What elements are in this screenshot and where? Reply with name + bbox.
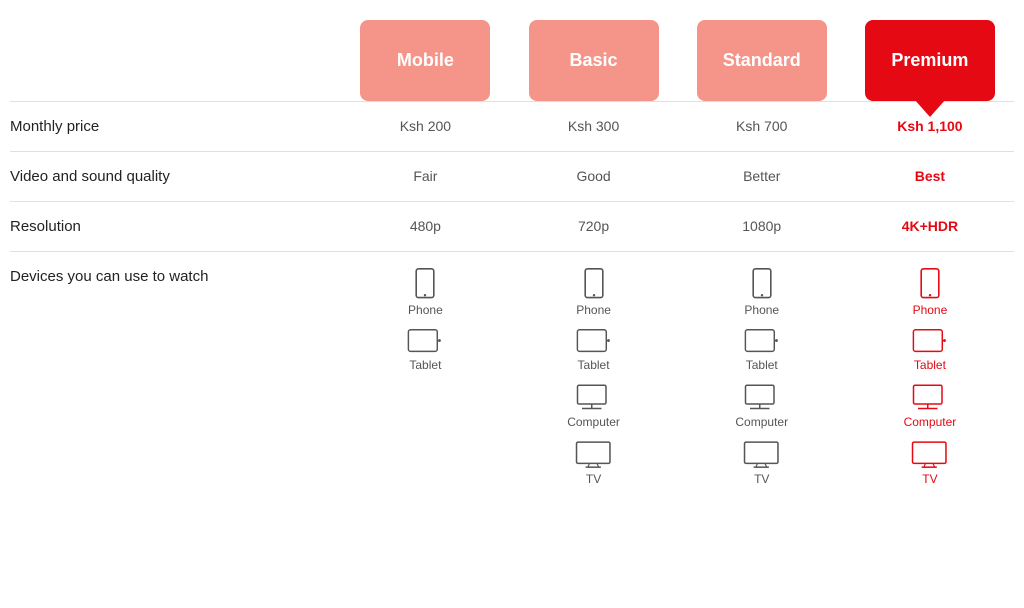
device-item-phone-premium: Phone — [913, 268, 948, 317]
resolution-basic: 720p — [509, 202, 677, 252]
plan-label-mobile: Mobile — [397, 50, 454, 70]
computer-label-standard: Computer — [735, 415, 788, 429]
tv-icon-premium — [911, 441, 949, 469]
phone-icon-basic — [580, 268, 608, 300]
resolution-standard: 1080p — [678, 202, 846, 252]
device-group-standard: Phone Tablet — [686, 268, 838, 486]
tablet-label-standard: Tablet — [746, 358, 778, 372]
tablet-icon-mobile — [407, 329, 443, 355]
monthly-price-row: Monthly price Ksh 200 Ksh 300 Ksh 700 Ks… — [10, 102, 1014, 152]
devices-mobile: Phone Tablet — [341, 252, 509, 503]
empty-header — [10, 20, 341, 102]
monthly-price-label: Monthly price — [10, 102, 341, 152]
devices-basic: Phone Tablet — [509, 252, 677, 503]
devices-label: Devices you can use to watch — [10, 252, 341, 503]
tv-icon-standard — [743, 441, 781, 469]
devices-premium: Phone Tablet — [846, 252, 1014, 503]
device-item-phone-basic: Phone — [576, 268, 611, 317]
plan-header-standard: Standard — [678, 20, 846, 102]
device-item-tablet-basic: Tablet — [576, 329, 612, 372]
plan-label-basic: Basic — [570, 50, 618, 70]
tv-label-standard: TV — [754, 472, 769, 486]
computer-label-basic: Computer — [567, 415, 620, 429]
computer-label-premium: Computer — [904, 415, 957, 429]
phone-label-standard: Phone — [744, 303, 779, 317]
device-item-tablet-premium: Tablet — [912, 329, 948, 372]
plan-header-basic: Basic — [509, 20, 677, 102]
plan-label-standard: Standard — [723, 50, 801, 70]
price-premium-value: Ksh 1,100 — [897, 118, 962, 134]
plan-card-mobile: Mobile — [360, 20, 490, 101]
devices-standard: Phone Tablet — [678, 252, 846, 503]
tablet-icon-standard — [744, 329, 780, 355]
quality-premium: Best — [846, 152, 1014, 202]
computer-icon-premium — [912, 384, 948, 412]
quality-basic: Good — [509, 152, 677, 202]
device-item-tv-standard: TV — [743, 441, 781, 486]
phone-icon-premium — [916, 268, 944, 300]
device-item-computer-basic: Computer — [567, 384, 620, 429]
quality-standard: Better — [678, 152, 846, 202]
plan-header-premium: Premium — [846, 20, 1014, 102]
tablet-icon-premium — [912, 329, 948, 355]
header-row: Mobile Basic Standard Premium — [10, 20, 1014, 102]
tablet-label-basic: Tablet — [578, 358, 610, 372]
quality-mobile: Fair — [341, 152, 509, 202]
plan-card-basic: Basic — [529, 20, 659, 101]
tablet-label-premium: Tablet — [914, 358, 946, 372]
plan-label-premium: Premium — [891, 50, 968, 70]
computer-icon-standard — [744, 384, 780, 412]
video-quality-label: Video and sound quality — [10, 152, 341, 202]
device-item-phone-standard: Phone — [744, 268, 779, 317]
device-item-computer-standard: Computer — [735, 384, 788, 429]
plan-header-mobile: Mobile — [341, 20, 509, 102]
phone-label-basic: Phone — [576, 303, 611, 317]
plan-card-premium: Premium — [865, 20, 995, 101]
price-mobile: Ksh 200 — [341, 102, 509, 152]
device-item-tablet-standard: Tablet — [744, 329, 780, 372]
device-group-premium: Phone Tablet — [854, 268, 1006, 486]
plan-table: Mobile Basic Standard Premium — [10, 20, 1014, 502]
resolution-premium-value: 4K+HDR — [902, 218, 958, 234]
phone-icon-standard — [748, 268, 776, 300]
phone-icon-mobile — [411, 268, 439, 300]
devices-row: Devices you can use to watch — [10, 252, 1014, 503]
device-item-tv-basic: TV — [575, 441, 613, 486]
price-basic: Ksh 300 — [509, 102, 677, 152]
phone-label-mobile: Phone — [408, 303, 443, 317]
device-item-tv-premium: TV — [911, 441, 949, 486]
resolution-label: Resolution — [10, 202, 341, 252]
price-standard: Ksh 700 — [678, 102, 846, 152]
plan-card-standard: Standard — [697, 20, 827, 101]
tv-label-premium: TV — [922, 472, 937, 486]
phone-label-premium: Phone — [913, 303, 948, 317]
resolution-premium: 4K+HDR — [846, 202, 1014, 252]
pricing-container: Mobile Basic Standard Premium — [0, 0, 1024, 522]
tv-label-basic: TV — [586, 472, 601, 486]
device-item-phone-mobile: Phone — [408, 268, 443, 317]
video-quality-row: Video and sound quality Fair Good Better… — [10, 152, 1014, 202]
resolution-row: Resolution 480p 720p 1080p 4K+HDR — [10, 202, 1014, 252]
device-group-basic: Phone Tablet — [517, 268, 669, 486]
computer-icon-basic — [576, 384, 612, 412]
device-item-tablet-mobile: Tablet — [407, 329, 443, 372]
resolution-mobile: 480p — [341, 202, 509, 252]
quality-premium-value: Best — [915, 168, 945, 184]
device-group-mobile: Phone Tablet — [349, 268, 501, 372]
device-item-computer-premium: Computer — [904, 384, 957, 429]
tablet-icon-basic — [576, 329, 612, 355]
tv-icon-basic — [575, 441, 613, 469]
tablet-label-mobile: Tablet — [409, 358, 441, 372]
